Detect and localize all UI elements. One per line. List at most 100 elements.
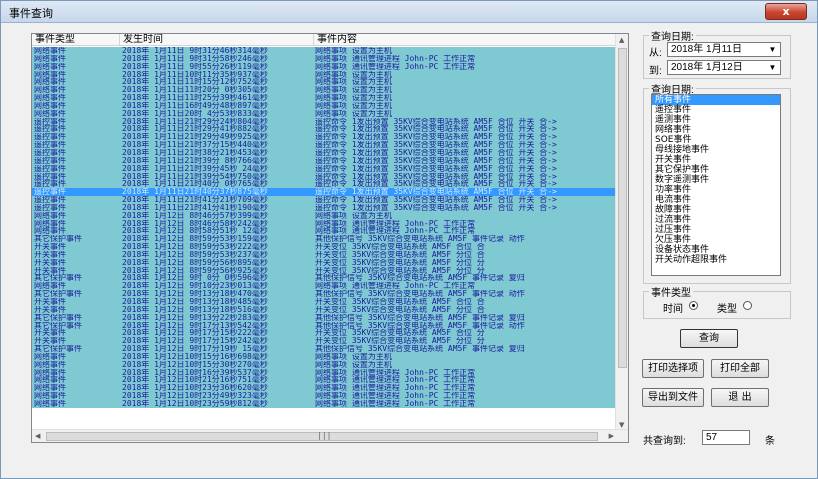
- grip-icon: |||: [317, 431, 332, 440]
- table-row[interactable]: 网络事件 2018年 1月12日10时21分16秒751毫秒 网络事项 通讯管理进程…: [32, 376, 617, 385]
- table-row[interactable]: 网络事件 2018年 1月11日10时11分35秒937毫秒 网络事项 设置为主机: [32, 70, 617, 79]
- event-type-listbox[interactable]: 所有事件 遥控事件 遥测事件 网络事件 SOE事件 母线接地事件 开关事件 其它保护事件 数字遥…: [651, 94, 781, 276]
- table-row[interactable]: 遥控事件 2018年 1月11日21时39分54秒750毫秒 遥控命令 1发出预置 …: [32, 172, 617, 181]
- list-item[interactable]: 过流事件: [652, 215, 780, 225]
- list-item[interactable]: 设备状态事件: [652, 245, 780, 255]
- list-item[interactable]: 遥测事件: [652, 115, 780, 125]
- table-row[interactable]: 遥控事件 2018年 1月11日21时41分21秒709毫秒 遥控命令 1发出预置 …: [32, 196, 617, 204]
- table-row[interactable]: 开关事件 2018年 1月12日 8时59分53秒222毫秒 开关变位 35KV综合…: [32, 243, 617, 251]
- horizontal-scroll-thumb[interactable]: |||: [46, 431, 598, 441]
- table-row[interactable]: 遥控事件 2018年 1月11日21时40分37秒875毫秒 遥控命令 1发出预置 …: [32, 188, 617, 197]
- list-item[interactable]: 其它保护事件: [652, 165, 780, 175]
- table-row[interactable]: 遥控事件 2018年 1月11日21时41分41秒190毫秒 遥控命令 1发出预置 …: [32, 203, 617, 212]
- scroll-left-icon[interactable]: ◀: [35, 432, 40, 440]
- table-row[interactable]: 其它保护事件 2018年 1月12日 9时17分13秒542毫秒 其他保护信号 35…: [32, 321, 617, 330]
- exit-button[interactable]: 退 出: [711, 388, 769, 407]
- table-cell: 网络事项 通讯管理进程 John-PC 工作正常: [315, 282, 476, 291]
- table-row[interactable]: 开关事件 2018年 1月12日 8时59分56秒925毫秒 开关变位 35KV综合…: [32, 266, 617, 275]
- table-row[interactable]: 开关事件 2018年 1月12日 9时13分18秒485毫秒 开关变位 35KV综合…: [32, 298, 617, 306]
- table-cell: 遥控命令 1发出预置 35KV综合变电站系统 AM5F 合位 开关 合->: [315, 203, 557, 212]
- list-item[interactable]: 母线接地事件: [652, 145, 780, 155]
- table-cell: 网络事件: [34, 109, 66, 118]
- scroll-up-icon[interactable]: ▲: [619, 36, 624, 44]
- title-bar[interactable]: 事件查询 x: [1, 1, 817, 23]
- print-selected-button[interactable]: 打印选择项: [642, 359, 704, 378]
- dropdown-icon[interactable]: ▼: [767, 62, 778, 73]
- table-row[interactable]: 其它保护事件 2018年 1月12日 9时17分19秒 15毫秒 其他保护信号 35…: [32, 345, 617, 353]
- scroll-down-icon[interactable]: ▼: [619, 421, 624, 429]
- table-row[interactable]: 网络事件 2018年 1月12日 8时58分51秒 12毫秒 网络事项 通讯管理进程…: [32, 227, 617, 236]
- close-button[interactable]: x: [765, 3, 807, 20]
- table-row[interactable]: 网络事件 2018年 1月11日20时 4分53秒833毫秒 网络事项 设置为主机: [32, 109, 617, 118]
- table-cell: 网络事件: [34, 70, 66, 79]
- table-row[interactable]: 网络事件 2018年 1月12日10时23分49秒323毫秒 网络事项 通讯管理进程…: [32, 392, 617, 400]
- table-row[interactable]: 网络事件 2018年 1月12日 9时10分23秒013毫秒 网络事项 通讯管理进程…: [32, 282, 617, 291]
- list-item[interactable]: 数字遥测事件: [652, 175, 780, 185]
- list-item[interactable]: SOE事件: [652, 135, 780, 145]
- table-row[interactable]: 其它保护事件 2018年 1月12日 9时 0分 0秒596毫秒 其他保护信号 35…: [32, 274, 617, 283]
- table-row[interactable]: 网络事件 2018年 1月12日 8时46分57秒399毫秒 网络事项 设置为主机: [32, 211, 617, 220]
- table-row[interactable]: 开关事件 2018年 1月12日 9时17分15秒242毫秒 开关变位 35KV综合…: [32, 337, 617, 346]
- list-item[interactable]: 网络事件: [652, 125, 780, 135]
- table-cell: 开关事件: [34, 258, 66, 267]
- table-cell: 网络事件: [34, 86, 66, 95]
- table-row[interactable]: 网络事件 2018年 1月12日10时16分39秒537毫秒 网络事项 通讯管理进程…: [32, 368, 617, 377]
- to-date-picker[interactable]: 2018年 1月12日 ▼: [667, 60, 781, 75]
- list-item[interactable]: 电流事件: [652, 195, 780, 205]
- list-item[interactable]: 开关动作超限事件: [652, 255, 780, 265]
- table-row[interactable]: 网络事件 2018年 1月11日11时20分 0秒305毫秒 网络事项 设置为主机: [32, 86, 617, 95]
- table-row[interactable]: 遥控事件 2018年 1月11日21时29分24秒804毫秒 遥控命令 1发出预置 …: [32, 117, 617, 126]
- table-row[interactable]: 遥控事件 2018年 1月11日21时39分45秒 24毫秒 遥控命令 1发出预置 …: [32, 164, 617, 173]
- table-row[interactable]: 遥控事件 2018年 1月11日21时37分15秒440毫秒 遥控命令 1发出预置 …: [32, 141, 617, 149]
- event-list[interactable]: 事件类型 发生时间 事件内容 网络事件 2018年 1月11日 9时31分46秒3…: [31, 33, 629, 443]
- table-row[interactable]: 遥控事件 2018年 1月11日21时39分 8秒766毫秒 遥控命令 1发出预置 …: [32, 156, 617, 165]
- table-row[interactable]: 网络事件 2018年 1月12日 8时46分58秒242毫秒 网络事项 通讯管理进程…: [32, 219, 617, 228]
- dropdown-icon[interactable]: ▼: [767, 44, 778, 55]
- table-row[interactable]: 其它保护事件 2018年 1月12日 9时13分18秒470毫秒 其他保护信号 35…: [32, 290, 617, 298]
- table-row[interactable]: 网络事件 2018年 1月12日10时23分36秒620毫秒 网络事项 通讯管理进程…: [32, 384, 617, 393]
- table-row[interactable]: 遥控事件 2018年 1月11日21时29分41秒882毫秒 遥控命令 1发出预置 …: [32, 125, 617, 134]
- table-cell: 2018年 1月12日10时16分39秒537毫秒: [122, 368, 268, 377]
- from-date-picker[interactable]: 2018年 1月11日 ▼: [667, 42, 781, 57]
- table-row[interactable]: 其它保护事件 2018年 1月12日 9时13分22秒283毫秒 其他保护信号 35…: [32, 313, 617, 322]
- print-all-button[interactable]: 打印全部: [711, 359, 769, 378]
- radio-type[interactable]: [743, 301, 752, 310]
- column-header-type[interactable]: 事件类型: [32, 34, 120, 46]
- list-item[interactable]: 欠压事件: [652, 235, 780, 245]
- query-button[interactable]: 查询: [680, 329, 738, 348]
- table-row[interactable]: 开关事件 2018年 1月12日 8时59分56秒895毫秒 开关变位 35KV综合…: [32, 258, 617, 267]
- horizontal-scrollbar[interactable]: ◀ ||| ▶: [32, 429, 628, 442]
- table-cell: 2018年 1月11日21时39分45秒 24毫秒: [122, 164, 268, 173]
- radio-time[interactable]: [689, 301, 698, 310]
- vertical-scrollbar[interactable]: ▲ ▼: [615, 34, 628, 431]
- table-row[interactable]: 网络事件 2018年 1月11日 9时31分58秒246毫秒 网络事项 通讯管理进程…: [32, 54, 617, 63]
- table-row[interactable]: 其它保护事件 2018年 1月12日 8时59分53秒159毫秒 其他保护信号 35…: [32, 235, 617, 244]
- table-row[interactable]: 网络事件 2018年 1月11日 9时31分46秒314毫秒 网络事项 设置为主机: [32, 47, 617, 55]
- list-item[interactable]: 遥控事件: [652, 105, 780, 115]
- table-row[interactable]: 网络事件 2018年 1月12日10时15分16秒698毫秒 网络事项 设置为主机: [32, 352, 617, 361]
- table-row[interactable]: 网络事件 2018年 1月12日10时23分59秒812毫秒 网络事项 通讯管理进程…: [32, 399, 617, 408]
- table-row[interactable]: 开关事件 2018年 1月12日 9时17分15秒222毫秒 开关变位 35KV综合…: [32, 329, 617, 338]
- scroll-right-icon[interactable]: ▶: [609, 432, 614, 440]
- table-row[interactable]: 网络事件 2018年 1月12日10时15分30秒270毫秒 网络事项 设置为主机: [32, 360, 617, 369]
- table-row[interactable]: 遥控事件 2018年 1月11日21时29分49秒925毫秒 遥控命令 1发出预置 …: [32, 133, 617, 142]
- list-item[interactable]: 开关事件: [652, 155, 780, 165]
- table-row[interactable]: 网络事件 2018年 1月11日 9时55分26秒119毫秒 网络事项 通讯管理进程…: [32, 62, 617, 71]
- count-unit: 条: [765, 436, 775, 447]
- table-row[interactable]: 遥控事件 2018年 1月11日21时40分 0秒765毫秒 遥控命令 1发出预置 …: [32, 180, 617, 189]
- column-header-time[interactable]: 发生时间: [120, 34, 314, 46]
- vertical-scroll-thumb[interactable]: [618, 48, 627, 368]
- list-item[interactable]: 功率事件: [652, 185, 780, 195]
- table-row[interactable]: 遥控事件 2018年 1月11日21时38分21秒453毫秒 遥控命令 1发出预置 …: [32, 148, 617, 157]
- list-item[interactable]: 所有事件: [652, 95, 780, 105]
- export-button[interactable]: 导出到文件: [642, 388, 704, 407]
- column-header-content[interactable]: 事件内容: [314, 34, 617, 46]
- table-row[interactable]: 网络事件 2018年 1月11日11时15分12秒752毫秒 网络事项 设置为主机: [32, 78, 617, 87]
- table-row[interactable]: 开关事件 2018年 1月12日 8时59分53秒237毫秒 开关变位 35KV综合…: [32, 250, 617, 259]
- list-item[interactable]: 故障事件: [652, 205, 780, 215]
- table-cell: 2018年 1月12日 9时13分18秒485毫秒: [122, 298, 268, 306]
- table-row[interactable]: 网络事件 2018年 1月11日16时49分48秒897毫秒 网络事项 设置为主机: [32, 101, 617, 110]
- list-item[interactable]: 过压事件: [652, 225, 780, 235]
- table-row[interactable]: 开关事件 2018年 1月12日 9时13分18秒516毫秒 开关变位 35KV综合…: [32, 305, 617, 314]
- table-row[interactable]: 网络事件 2018年 1月11日11时25分39秒461毫秒 网络事项 设置为主机: [32, 94, 617, 102]
